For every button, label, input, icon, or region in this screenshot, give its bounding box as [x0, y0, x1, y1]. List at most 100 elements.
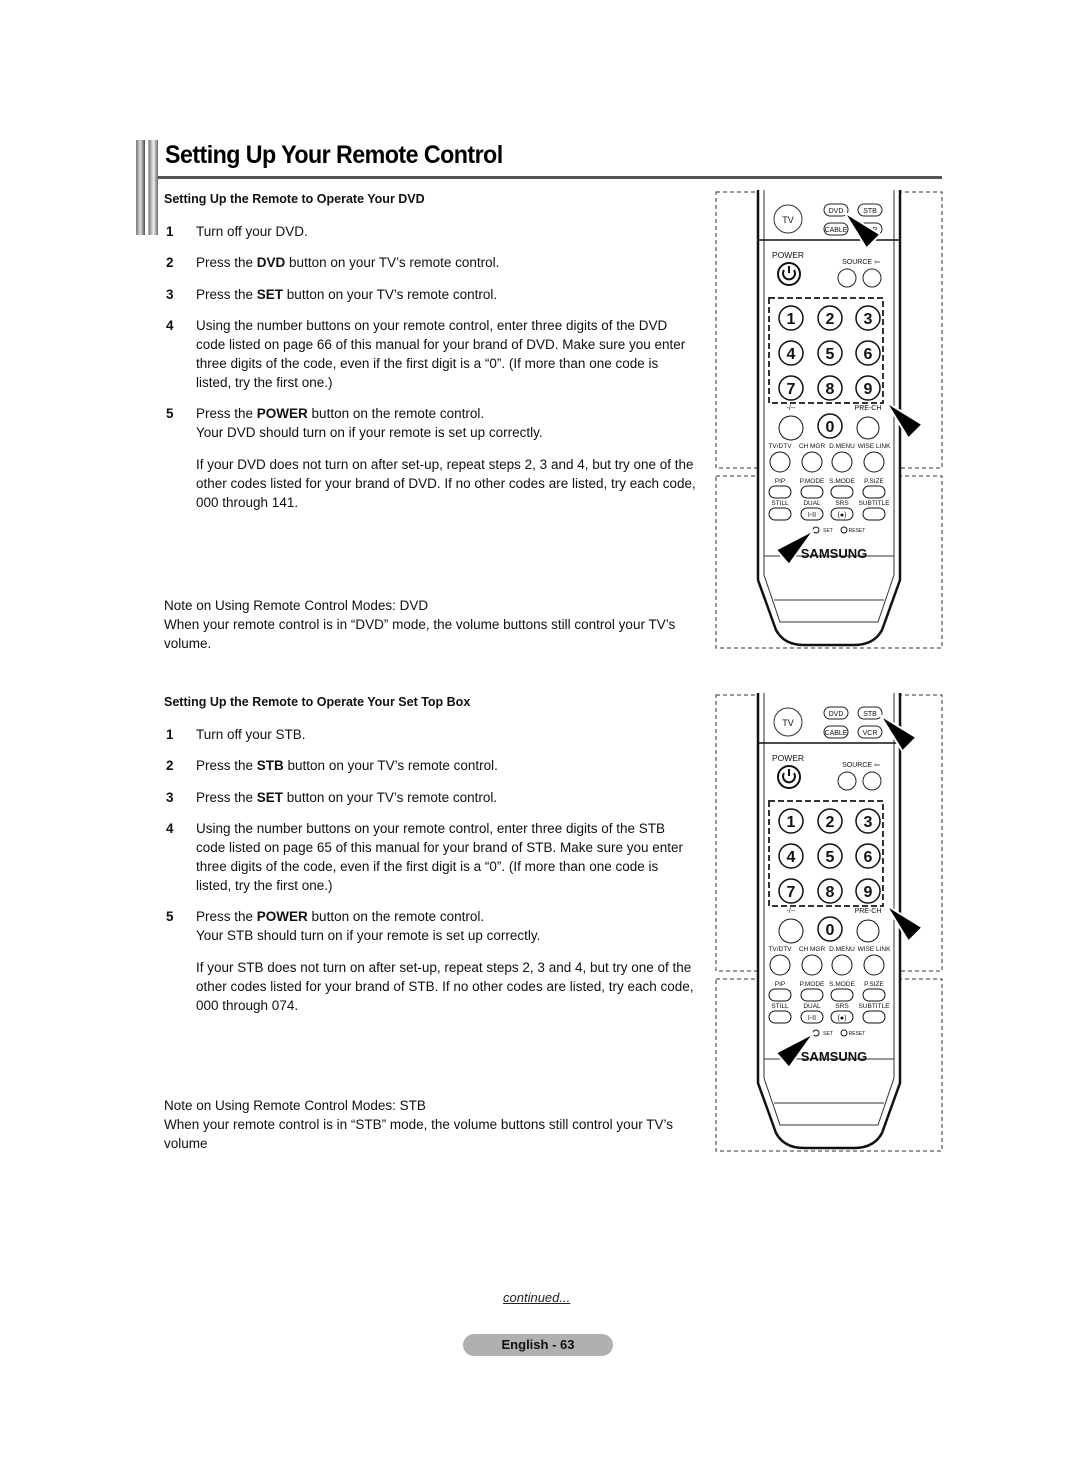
step-text: Using the number buttons on your remote …	[196, 821, 684, 893]
digit-label: 6	[864, 849, 873, 866]
digit-label: 1	[787, 311, 796, 328]
tv-button-label: TV	[782, 718, 794, 728]
function-button	[768, 485, 792, 499]
dvd-step-4: 4 Using the number buttons on your remot…	[166, 316, 696, 392]
dash-button	[778, 918, 804, 944]
remote-figure-dvd: TVDVDSTBCABLEVCRPOWERSOURCE ⇦123456789-/…	[715, 190, 943, 649]
step-number: 4	[166, 318, 174, 333]
function-label: D.MENU	[829, 443, 855, 450]
function-label: STILL	[771, 500, 789, 507]
digit-label: 1	[787, 814, 796, 831]
step-number: 1	[166, 727, 174, 742]
step-text: Press the	[196, 406, 257, 421]
step-number: 2	[166, 758, 174, 773]
function-button	[862, 1010, 886, 1024]
step-text: button on your TV’s remote control.	[283, 790, 498, 805]
stb-button-label: STB	[863, 208, 877, 215]
light-button	[837, 268, 857, 288]
dvd-retry-paragraph: If your DVD does not turn on after set-u…	[196, 457, 696, 510]
stb-step-3: 3 Press the SET button on your TV’s remo…	[166, 788, 696, 807]
function-button	[768, 988, 792, 1002]
stb-retry-paragraph: If your STB does not turn on after set-u…	[196, 960, 694, 1013]
dvd-note-title: Note on Using Remote Control Modes: DVD	[164, 598, 429, 613]
function-button	[831, 954, 853, 976]
dvd-step-2: 2 Press the DVD button on your TV’s remo…	[166, 253, 696, 272]
page-number-badge: English - 63	[463, 1334, 613, 1356]
dash-label: -/--	[787, 908, 797, 915]
continued-text: continued...	[503, 1290, 571, 1305]
srs-button-label: (●)	[838, 512, 847, 519]
dvd-step-1: 1 Turn off your DVD.	[166, 222, 696, 241]
digit-label: 9	[864, 381, 873, 398]
title-decoration-bars	[136, 140, 158, 235]
step-text: button on the remote control.	[307, 406, 485, 421]
step-text: button on your TV’s remote control.	[285, 255, 500, 270]
prech-button	[856, 919, 880, 943]
step-number: 5	[166, 909, 174, 924]
prech-label: PRE-CH	[855, 405, 882, 412]
step-result-text: Your DVD should turn on if your remote i…	[196, 425, 543, 440]
reset-label: RESET	[849, 1031, 866, 1037]
power-label: POWER	[772, 753, 804, 763]
stb-note-body: When your remote control is in “STB” mod…	[164, 1117, 673, 1151]
function-label: SRS	[835, 1003, 849, 1010]
function-label: PIP	[775, 981, 785, 988]
function-label: SUBTITLE	[858, 500, 890, 507]
reset-label: RESET	[849, 528, 866, 534]
digit-label: 3	[864, 814, 873, 831]
function-button	[801, 451, 823, 473]
cable-button-label: CABLE	[825, 227, 848, 234]
stb-step-1: 1 Turn off your STB.	[166, 725, 696, 744]
step-result-text: Your STB should turn on if your remote i…	[196, 928, 541, 943]
power-label: POWER	[772, 250, 804, 260]
digit-label: 3	[864, 311, 873, 328]
function-button	[831, 451, 853, 473]
function-button	[768, 507, 792, 521]
digit-label: 8	[826, 884, 835, 901]
prech-label: PRE-CH	[855, 908, 882, 915]
function-button	[769, 451, 791, 473]
step-text: Press the	[196, 909, 257, 924]
page-title: Setting Up Your Remote Control	[165, 141, 503, 169]
function-label: STILL	[771, 1003, 789, 1010]
source-label: SOURCE ⇦	[842, 762, 880, 769]
step-number: 1	[166, 224, 174, 239]
cable-button-label: CABLE	[825, 730, 848, 737]
digit-label: 2	[826, 814, 835, 831]
step-text: Turn off your STB.	[196, 727, 306, 742]
digit-label: 0	[826, 922, 835, 939]
button-name: POWER	[256, 406, 308, 421]
digit-label: 9	[864, 884, 873, 901]
step-text: Press the	[196, 287, 257, 302]
function-label: P.SIZE	[864, 478, 884, 485]
function-label: TV/DTV	[768, 946, 792, 953]
function-button	[768, 1010, 792, 1024]
button-name: SET	[256, 790, 284, 805]
function-label: S.MODE	[829, 981, 855, 988]
function-label: P.MODE	[800, 981, 825, 988]
dvd-button-label: DVD	[829, 711, 844, 718]
digit-label: 8	[826, 381, 835, 398]
stb-note-title: Note on Using Remote Control Modes: STB	[164, 1098, 426, 1113]
function-button	[830, 988, 854, 1002]
step-number: 5	[166, 406, 174, 421]
digit-label: 7	[787, 884, 796, 901]
digit-label: 2	[826, 311, 835, 328]
step-text: Using the number buttons on your remote …	[196, 318, 686, 390]
function-label: WISE LINK	[858, 443, 892, 450]
dvd-section-heading: Setting Up the Remote to Operate Your DV…	[164, 192, 425, 206]
brand-logo: SAMSUNG	[801, 1049, 867, 1064]
digit-label: 6	[864, 346, 873, 363]
function-button	[863, 451, 885, 473]
remote-figure-stb: TV DVD STB CABLE VCR POWER SOURCE ⇦ 1 2 3 4 5 6 7 8 9 -/…	[715, 693, 943, 1152]
digit-label: 0	[826, 419, 835, 436]
function-label: SUBTITLE	[858, 1003, 890, 1010]
function-label: DUAL	[803, 1003, 821, 1010]
source-button	[862, 771, 882, 791]
set-label: SET	[823, 528, 833, 534]
dash-label: -/--	[787, 405, 797, 412]
set-label: SET	[823, 1031, 833, 1037]
stb-button-label: STB	[863, 711, 877, 718]
source-label: SOURCE ⇦	[842, 259, 880, 266]
function-label: CH MGR	[799, 443, 826, 450]
